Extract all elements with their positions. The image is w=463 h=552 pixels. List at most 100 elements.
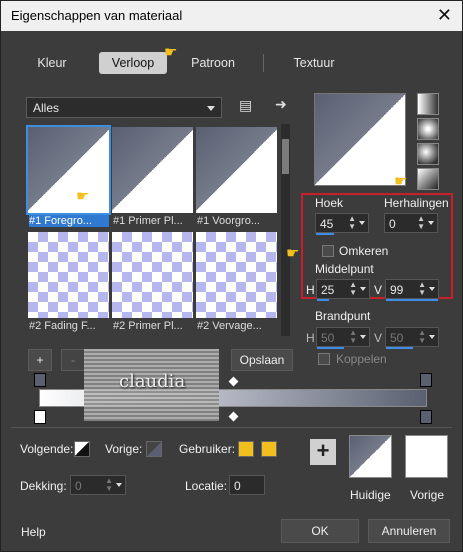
radial-style-button[interactable] bbox=[417, 168, 439, 190]
location-value: 0 bbox=[234, 479, 241, 493]
thumbnail-item[interactable]: #1 Foregro... bbox=[26, 125, 111, 230]
previous-color-swatch[interactable] bbox=[146, 441, 162, 457]
resource-manager-icon[interactable]: ▤ bbox=[239, 97, 252, 114]
color-stop-left[interactable] bbox=[34, 410, 46, 424]
thumbnail-label: #1 Primer Pl... bbox=[113, 215, 183, 227]
center-v-spinner[interactable]: 99 ▲ ▼ bbox=[385, 279, 439, 301]
focal-v-value: 50 bbox=[390, 331, 404, 345]
thumbnail-item[interactable]: #2 Primer Pl... bbox=[112, 232, 193, 335]
center-v-label: V bbox=[374, 283, 383, 297]
current-swatch[interactable] bbox=[349, 435, 392, 478]
previous-small-label: Vorige: bbox=[105, 442, 143, 456]
focal-h-slider[interactable] bbox=[317, 347, 344, 349]
scrollbar-thumb[interactable] bbox=[282, 139, 289, 174]
help-label[interactable]: Help bbox=[21, 525, 46, 539]
focal-h-spinner[interactable]: 50 ▲ ▼ bbox=[316, 327, 370, 349]
updown-arrows-icon[interactable]: ▲ ▼ bbox=[348, 215, 356, 231]
color-midpoint[interactable] bbox=[228, 411, 239, 422]
add-to-swatches-button[interactable]: + bbox=[310, 439, 336, 465]
focal-v-slider[interactable] bbox=[386, 347, 413, 349]
updown-arrows-icon[interactable]: ▲ ▼ bbox=[105, 477, 113, 493]
opacity-midpoint[interactable] bbox=[228, 376, 239, 387]
thumbnail-item[interactable]: #1 Primer Pl... bbox=[112, 127, 193, 230]
chevron-down-icon[interactable] bbox=[428, 221, 434, 225]
previous-label: Vorige bbox=[410, 488, 445, 502]
thumbnail-item[interactable]: #1 Voorgro... bbox=[196, 127, 277, 230]
tab-patroon[interactable]: Patroon bbox=[176, 52, 250, 74]
user-color-2[interactable] bbox=[261, 441, 277, 457]
gradient-thumbnail-grid: #1 Foregro... #1 Primer Pl... #1 Voorgro… bbox=[26, 124, 278, 336]
user-color-1[interactable] bbox=[238, 441, 254, 457]
tab-bar: Kleur Verloop Patroon Textuur bbox=[11, 45, 452, 81]
add-gradient-button[interactable]: + bbox=[28, 349, 52, 371]
thumbnail-scrollbar[interactable] bbox=[281, 124, 290, 336]
thumbnail-label: #2 Primer Pl... bbox=[113, 320, 183, 332]
link-label: Koppelen bbox=[336, 352, 387, 366]
link-checkbox[interactable] bbox=[318, 353, 330, 365]
chevron-down-icon[interactable] bbox=[360, 287, 366, 291]
updown-arrows-icon[interactable]: ▲ ▼ bbox=[418, 329, 426, 345]
angle-spinner[interactable]: 45 ▲ ▼ bbox=[315, 213, 369, 235]
updown-arrows-icon[interactable]: ▲ ▼ bbox=[418, 281, 426, 297]
title-bar: Eigenschappen van materiaal ✕ bbox=[1, 1, 462, 31]
pointing-hand-icon: ☛ bbox=[76, 188, 90, 205]
ok-button[interactable]: OK bbox=[281, 519, 359, 543]
tab-kleur[interactable]: Kleur bbox=[19, 52, 85, 74]
thumbnail-image bbox=[112, 232, 193, 318]
close-icon[interactable]: ✕ bbox=[437, 5, 452, 26]
location-field[interactable]: 0 bbox=[229, 475, 265, 495]
remove-gradient-button[interactable]: - bbox=[61, 349, 85, 371]
thumbnail-image bbox=[26, 125, 111, 215]
chevron-down-icon[interactable] bbox=[116, 483, 122, 487]
focal-v-spinner[interactable]: 50 ▲ ▼ bbox=[385, 327, 439, 349]
chevron-down-icon[interactable] bbox=[360, 335, 366, 339]
linear-style-button[interactable] bbox=[417, 93, 439, 115]
location-label: Locatie: bbox=[185, 479, 228, 493]
arrow-right-icon[interactable]: ➜ bbox=[275, 96, 287, 113]
updown-arrows-icon[interactable]: ▲ ▼ bbox=[349, 281, 357, 297]
updown-arrows-icon[interactable]: ▲ ▼ bbox=[417, 215, 425, 231]
angle-slider[interactable] bbox=[316, 233, 334, 235]
center-v-value: 99 bbox=[390, 283, 404, 297]
thumbnail-item[interactable]: #2 Vervage... bbox=[196, 232, 277, 335]
next-color-swatch[interactable] bbox=[74, 441, 90, 457]
angle-label: Hoek bbox=[315, 196, 344, 210]
pointing-hand-icon: ☛ bbox=[286, 245, 300, 262]
cancel-button[interactable]: Annuleren bbox=[368, 519, 450, 543]
center-h-slider[interactable] bbox=[317, 299, 329, 301]
gradient-preview[interactable] bbox=[314, 93, 406, 186]
opacity-spinner[interactable]: 0 ▲ ▼ bbox=[70, 475, 126, 495]
chevron-down-icon[interactable] bbox=[429, 287, 435, 291]
thumbnail-item[interactable]: #2 Fading F... bbox=[28, 232, 109, 335]
updown-arrows-icon[interactable]: ▲ ▼ bbox=[349, 329, 357, 345]
opacity-stop-left[interactable] bbox=[34, 373, 46, 387]
center-h-spinner[interactable]: 25 ▲ ▼ bbox=[316, 279, 370, 301]
repeats-spinner[interactable]: 0 ▲ ▼ bbox=[384, 213, 438, 233]
tab-textuur[interactable]: Textuur bbox=[281, 52, 347, 74]
pointing-hand-icon: ☛ bbox=[164, 44, 178, 61]
thumbnail-image bbox=[28, 232, 109, 318]
opacity-stop-right[interactable] bbox=[420, 373, 432, 387]
sunburst-style-button[interactable] bbox=[417, 143, 439, 165]
focal-label: Brandpunt bbox=[315, 309, 371, 323]
repeats-label: Herhalingen bbox=[384, 196, 449, 210]
center-label: Middelpunt bbox=[315, 262, 374, 276]
window-title: Eigenschappen van materiaal bbox=[11, 8, 183, 23]
tab-verloop[interactable]: Verloop bbox=[99, 52, 167, 74]
watermark-text: claudia bbox=[119, 371, 186, 392]
chevron-down-icon[interactable] bbox=[359, 221, 365, 225]
category-dropdown[interactable]: Alles bbox=[26, 97, 222, 118]
invert-checkbox[interactable] bbox=[322, 245, 334, 257]
rectangular-style-button[interactable] bbox=[417, 118, 439, 140]
tab-divider bbox=[263, 54, 264, 72]
thumbnail-label: #2 Vervage... bbox=[197, 320, 262, 332]
chevron-down-icon[interactable] bbox=[429, 335, 435, 339]
previous-swatch[interactable] bbox=[405, 435, 448, 478]
center-v-slider[interactable] bbox=[386, 299, 438, 301]
thumbnail-label: #2 Fading F... bbox=[29, 320, 96, 332]
color-stop-right[interactable] bbox=[420, 410, 432, 424]
thumbnail-image bbox=[196, 232, 277, 318]
save-gradient-button[interactable]: Opslaan bbox=[231, 349, 293, 371]
chevron-down-icon bbox=[207, 106, 215, 111]
pointing-hand-icon: ☛ bbox=[394, 173, 408, 190]
